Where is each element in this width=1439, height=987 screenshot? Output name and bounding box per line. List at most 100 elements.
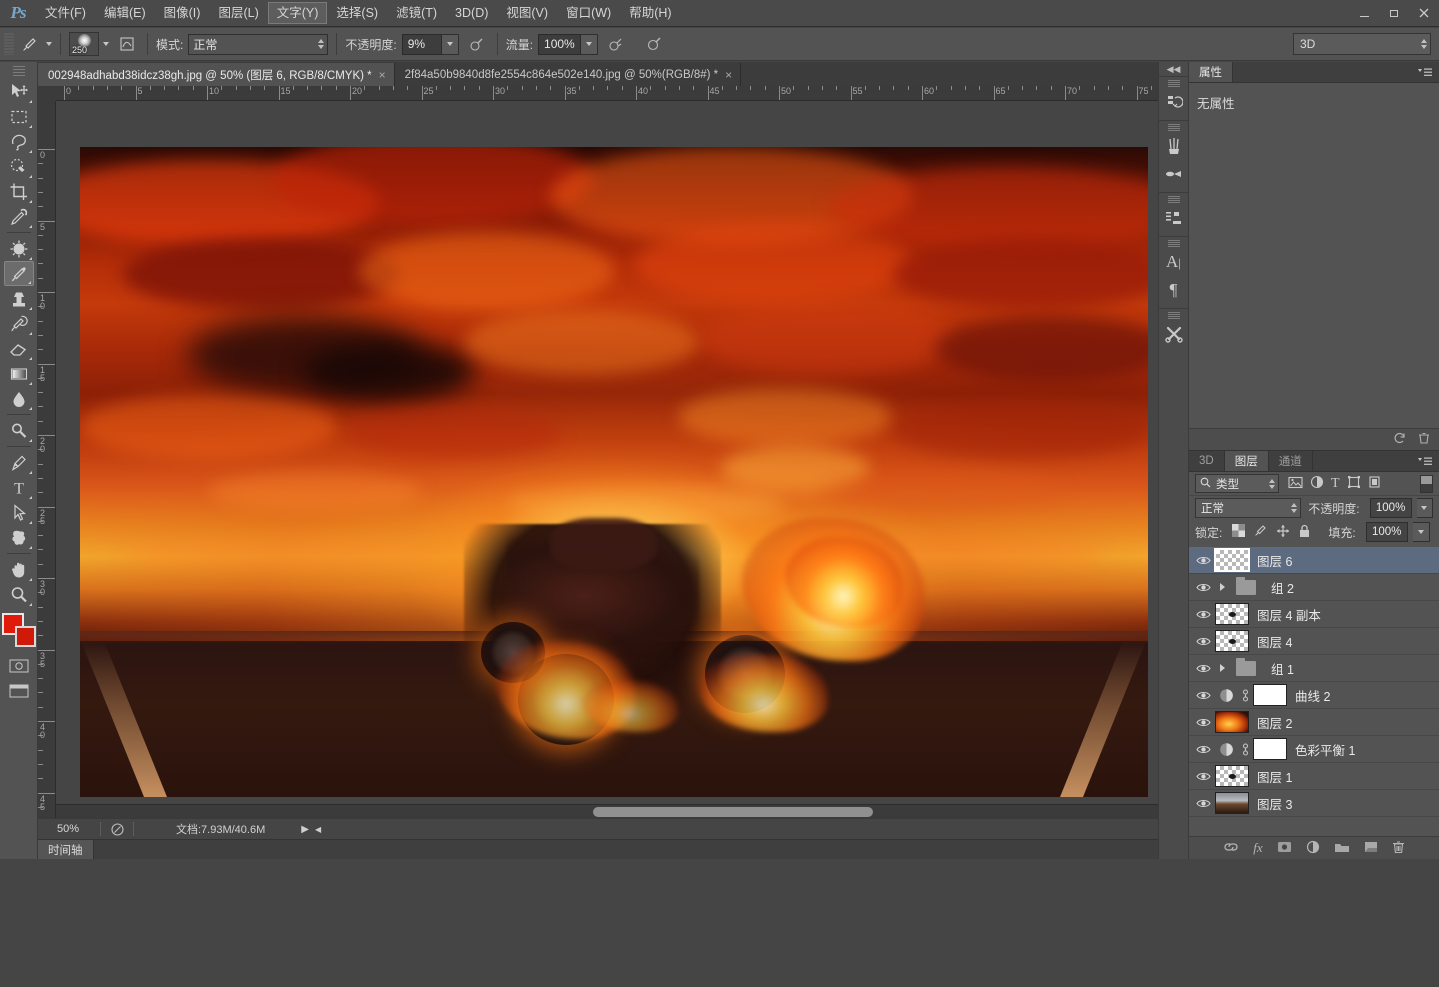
background-color-swatch[interactable] [14,626,36,647]
menu-3[interactable]: 图层(L) [209,2,267,24]
layer-list[interactable]: 图层 6 组 2 图层 4 副本 图层 4 组 1 曲线 2 图层 2 色彩平衡 1 图层 1 图… [1189,547,1439,836]
filter-adjustment-icon[interactable] [1310,475,1324,492]
mask-link-icon[interactable] [1237,742,1253,756]
menu-7[interactable]: 3D(D) [446,2,497,24]
tab-3D[interactable]: 3D [1189,451,1225,471]
screen-mode-icon[interactable] [4,678,34,703]
layer-visibility-eye-icon[interactable] [1191,628,1215,655]
menu-10[interactable]: 帮助(H) [620,2,680,24]
menu-6[interactable]: 滤镜(T) [387,2,446,24]
new-adjustment-layer-icon[interactable] [1306,840,1320,857]
panel-menu-icon[interactable] [1417,67,1433,78]
layer-mask-thumbnail[interactable] [1253,684,1287,706]
group-expand-triangle-icon[interactable] [1215,664,1229,672]
layer-row[interactable]: 图层 4 副本 [1189,601,1439,628]
layer-row[interactable]: 图层 3 [1189,790,1439,817]
dodge-tool[interactable] [4,418,34,443]
layer-visibility-eye-icon[interactable] [1191,547,1215,574]
layer-opacity-slider-button[interactable] [1416,498,1433,518]
new-layer-icon[interactable] [1364,841,1378,856]
close-icon[interactable] [1409,0,1439,27]
flow-input[interactable]: 100% [538,33,581,55]
shape-tool[interactable] [4,525,34,550]
mask-link-icon[interactable] [1237,688,1253,702]
filter-pixel-icon[interactable] [1288,476,1303,492]
menu-0[interactable]: 文件(F) [36,2,95,24]
layer-visibility-eye-icon[interactable] [1191,655,1215,682]
layer-fill-input[interactable]: 100% [1365,522,1408,542]
eraser-tool[interactable] [4,336,34,361]
minimize-icon[interactable] [1349,0,1379,27]
opacity-input[interactable]: 9% [401,33,442,55]
tab-通道[interactable]: 通道 [1268,451,1313,471]
options-bar-grip[interactable] [4,33,14,55]
artwork-canvas[interactable] [80,147,1148,797]
layer-thumbnail[interactable] [1215,792,1249,814]
airbrush-icon[interactable] [604,32,628,56]
marquee-tool[interactable] [4,104,34,129]
adjustments-scissors-icon[interactable] [1160,320,1188,348]
new-group-icon[interactable] [1334,841,1350,856]
lock-position-icon[interactable] [1276,524,1290,541]
pressure-opacity-icon[interactable] [465,32,489,56]
character-panel-icon[interactable]: A| [1160,248,1188,276]
blend-mode-select[interactable]: 正常 [188,33,329,55]
layer-style-fx-icon[interactable]: fx [1253,840,1262,856]
tab-timeline[interactable]: 时间轴 [38,840,94,859]
menu-5[interactable]: 选择(S) [327,2,387,24]
layer-visibility-eye-icon[interactable] [1191,736,1215,763]
layer-visibility-eye-icon[interactable] [1191,763,1215,790]
close-icon[interactable]: × [379,69,386,81]
tool-presets-icon[interactable] [1160,160,1188,188]
rail-grip[interactable] [1167,124,1180,131]
close-icon[interactable]: × [725,69,732,81]
menu-2[interactable]: 图像(I) [155,2,210,24]
adjustment-color-balance-icon[interactable] [1215,741,1237,758]
canvas-scrollbar-horizontal[interactable] [56,804,1175,818]
layer-row[interactable]: 曲线 2 [1189,682,1439,709]
layer-fill-slider-button[interactable] [1412,522,1430,542]
zoom-level-input[interactable]: 50% [44,820,92,838]
clone-stamp-tool[interactable] [4,286,34,311]
layer-visibility-eye-icon[interactable] [1191,574,1215,601]
rail-grip[interactable] [1167,312,1180,319]
layer-visibility-eye-icon[interactable] [1191,709,1215,736]
document-profile-icon[interactable] [105,817,129,841]
add-layer-mask-icon[interactable] [1277,841,1292,856]
layer-row[interactable]: 组 2 [1189,574,1439,601]
rail-grip[interactable] [1167,240,1180,247]
layer-filter-type-select[interactable]: 类型 [1195,474,1279,493]
reset-icon[interactable] [1393,431,1407,448]
eyedropper-tool[interactable] [4,204,34,229]
workspace-switcher[interactable]: 3D [1293,33,1431,55]
lock-all-icon[interactable] [1298,524,1311,541]
play-arrow-icon[interactable]: ▶ [301,824,309,835]
spot-healing-tool[interactable] [4,236,34,261]
toolbar-grip[interactable] [12,66,25,76]
history-brush-tool[interactable] [4,311,34,336]
filter-shape-icon[interactable] [1347,475,1361,492]
layer-row[interactable]: 图层 1 [1189,763,1439,790]
paragraph-panel-icon[interactable]: ¶ [1160,276,1188,304]
layer-thumbnail[interactable] [1214,548,1250,572]
layer-row[interactable]: 图层 6 [1189,547,1439,574]
brush-tool-flyout-caret[interactable] [46,42,52,46]
brush-panel-icon[interactable] [115,32,139,56]
brush-presets-icon[interactable] [1160,132,1188,160]
pen-tool[interactable] [4,450,34,475]
rail-grip[interactable] [1167,80,1180,87]
restore-icon[interactable] [1379,0,1409,27]
menu-8[interactable]: 视图(V) [497,2,557,24]
menu-1[interactable]: 编辑(E) [95,2,155,24]
filter-smartobject-icon[interactable] [1368,475,1382,492]
menu-9[interactable]: 窗口(W) [557,2,620,24]
layer-opacity-input[interactable]: 100% [1369,498,1412,518]
tab-图层[interactable]: 图层 [1224,451,1269,471]
layer-mask-thumbnail[interactable] [1253,738,1287,760]
layer-thumbnail[interactable] [1215,630,1249,652]
filter-toggle[interactable] [1420,474,1433,493]
scrollbar-thumb-horizontal[interactable] [593,807,874,817]
clone-source-icon[interactable] [1160,204,1188,232]
layer-blend-mode-select[interactable]: 正常 [1195,498,1302,518]
hand-tool[interactable] [4,557,34,582]
